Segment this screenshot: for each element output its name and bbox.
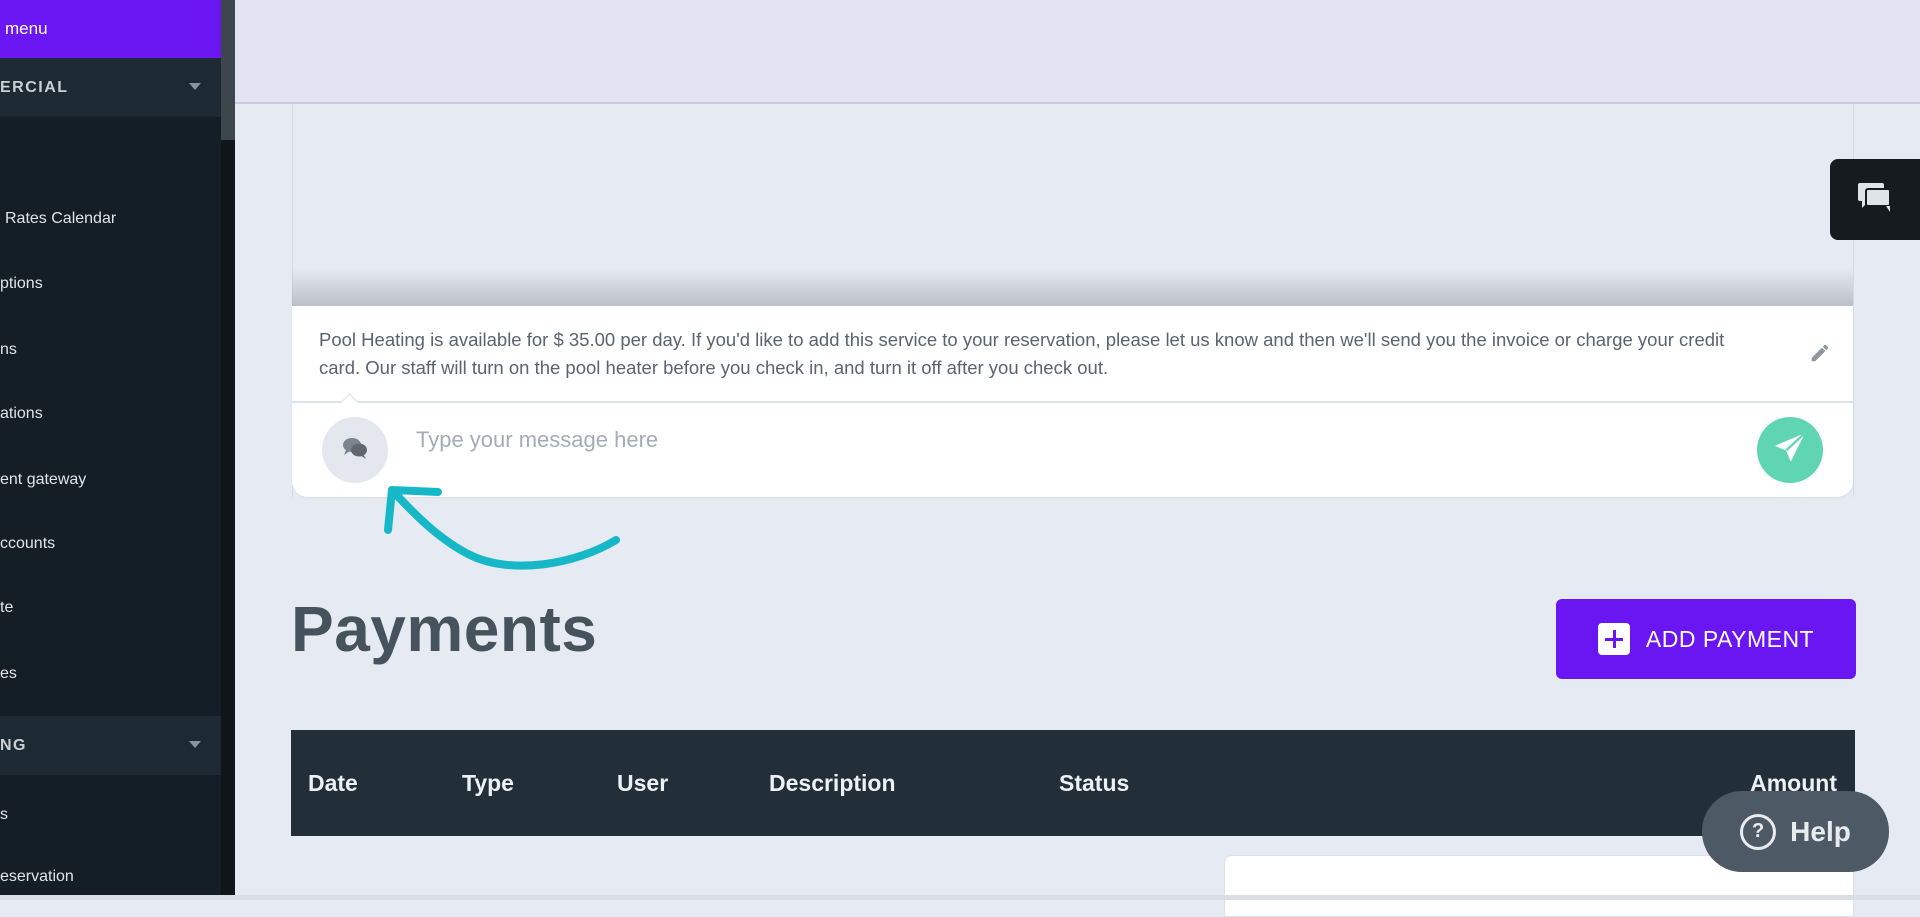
page-title: Payments [291, 593, 598, 665]
column-user[interactable]: User [617, 770, 668, 797]
payments-table-header: Date Type User Description Status Amount [291, 730, 1855, 836]
sidebar-item-es[interactable]: es [0, 665, 17, 683]
question-circle-icon: ? [1740, 813, 1777, 850]
send-icon [1773, 431, 1807, 470]
column-type[interactable]: Type [462, 770, 514, 797]
section-commercial[interactable]: ERCIAL [0, 58, 221, 117]
message-template-preview: Pool Heating is available for $ 35.00 pe… [292, 306, 1853, 403]
help-button[interactable]: ? Help [1702, 791, 1889, 872]
sidebar-item-rates-calendar[interactable]: Rates Calendar [5, 210, 116, 228]
sidebar-scroll-thumb[interactable] [221, 0, 235, 140]
menu-toggle[interactable]: menu [0, 0, 221, 58]
column-description[interactable]: Description [769, 770, 896, 797]
sidebar-item-ations[interactable]: ations [0, 405, 43, 423]
pencil-icon[interactable] [1809, 342, 1831, 369]
sidebar-item-payment-gateway[interactable]: ent gateway [0, 471, 86, 489]
horizontal-scrollbar[interactable] [0, 895, 1920, 900]
chat-widget-tab[interactable] [1830, 159, 1920, 240]
sidebar-item-s[interactable]: s [0, 806, 8, 824]
section-booking-label: NG [0, 736, 27, 754]
section-commercial-label: ERCIAL [0, 78, 69, 96]
caret-down-icon [189, 83, 201, 90]
message-input[interactable] [414, 421, 1618, 459]
annotation-arrow [384, 486, 620, 570]
chat-bubbles-icon [341, 435, 369, 466]
chat-icon [1856, 180, 1894, 219]
column-date[interactable]: Date [308, 770, 358, 797]
sidebar-item-options[interactable]: ptions [0, 275, 43, 293]
column-status[interactable]: Status [1059, 770, 1129, 797]
sidebar: menu ERCIAL Rates Calendar ptions ns ati… [0, 0, 221, 900]
help-label: Help [1790, 815, 1851, 847]
template-text: Pool Heating is available for $ 35.00 pe… [319, 329, 1725, 378]
add-payment-label: ADD PAYMENT [1645, 625, 1815, 652]
menu-label: menu [5, 19, 48, 38]
sidebar-item-reservation[interactable]: eservation [0, 868, 74, 886]
sidebar-item-ns[interactable]: ns [0, 341, 17, 359]
add-payment-button[interactable]: ADD PAYMENT [1556, 599, 1856, 679]
sidebar-item-accounts[interactable]: ccounts [0, 535, 55, 553]
caret-down-icon [189, 741, 201, 748]
sidebar-item-te[interactable]: te [0, 599, 13, 617]
section-booking[interactable]: NG [0, 716, 221, 775]
chat-scroll-shadow [292, 268, 1853, 306]
plus-icon [1597, 623, 1630, 655]
send-button[interactable] [1757, 417, 1823, 483]
top-header [235, 0, 1920, 104]
